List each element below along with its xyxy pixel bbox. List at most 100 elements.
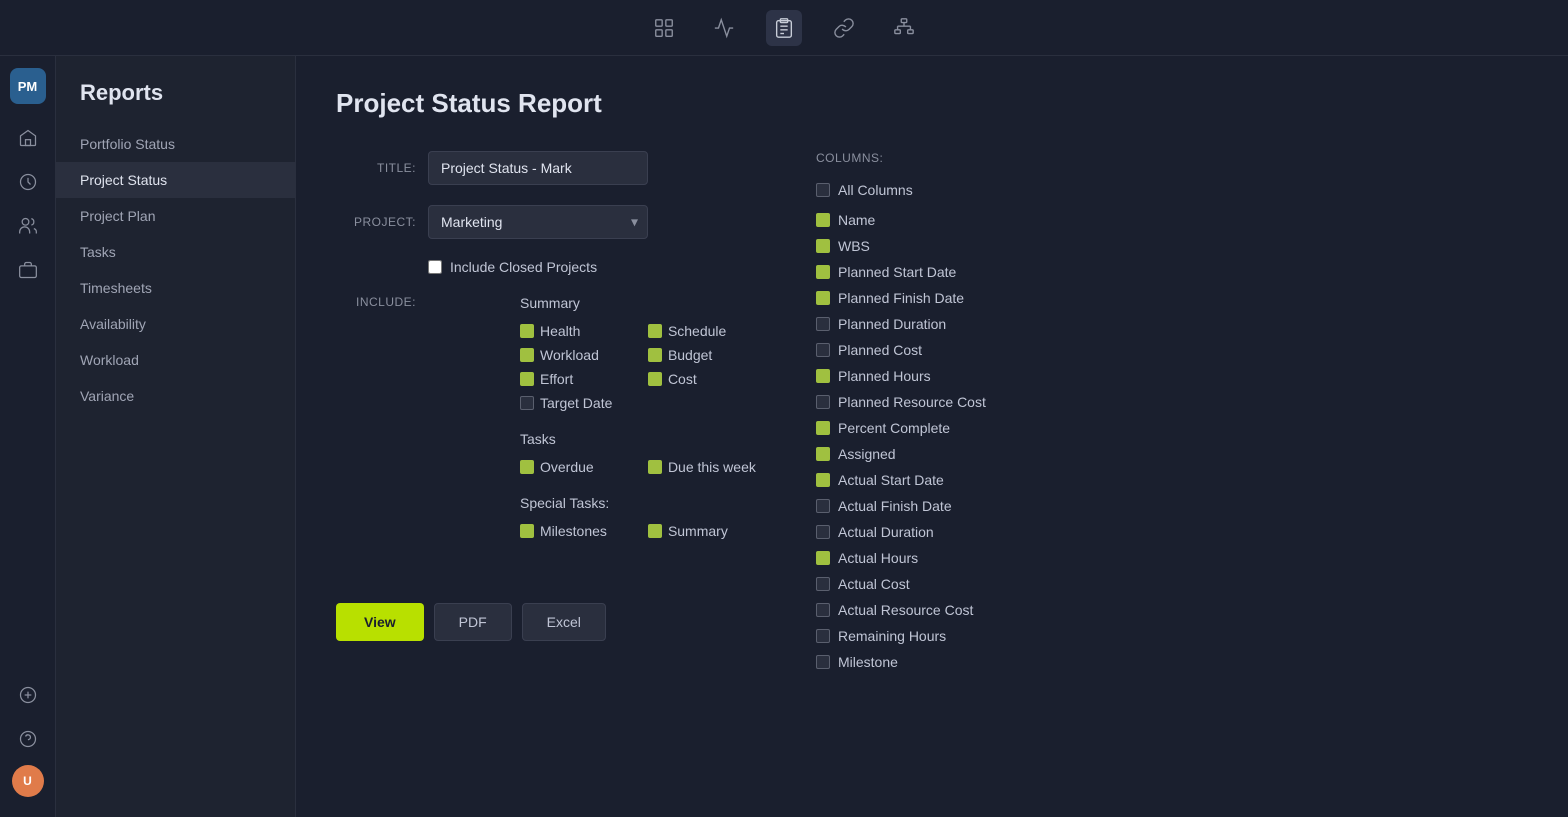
target-date-checkbox-icon[interactable] <box>520 396 534 410</box>
column-planned-hours: Planned Hours <box>816 363 1520 389</box>
columns-scroll[interactable]: All Columns Name WBS Plann <box>816 177 1528 677</box>
include-label: INCLUDE: <box>336 295 416 309</box>
pdf-button[interactable]: PDF <box>434 603 512 641</box>
search-icon[interactable] <box>646 10 682 46</box>
column-actual-duration: Actual Duration <box>816 519 1520 545</box>
nav-home-icon[interactable] <box>10 120 46 156</box>
sidebar-item-timesheets[interactable]: Timesheets <box>56 270 295 306</box>
actual-finish-date-checkbox[interactable] <box>816 499 830 513</box>
nav-add-icon[interactable] <box>10 677 46 713</box>
column-planned-cost: Planned Cost <box>816 337 1520 363</box>
schedule-checkbox-icon[interactable] <box>648 324 662 338</box>
sidebar-item-availability[interactable]: Availability <box>56 306 295 342</box>
include-closed-checkbox[interactable] <box>428 260 442 274</box>
name-checkbox[interactable] <box>816 213 830 227</box>
all-columns-checkbox[interactable] <box>816 183 830 197</box>
remaining-hours-checkbox[interactable] <box>816 629 830 643</box>
column-milestone: Milestone <box>816 649 1520 675</box>
include-due-this-week: Due this week <box>648 459 756 475</box>
summary-grid: Health Schedule Workload <box>520 323 756 411</box>
column-actual-start-date: Actual Start Date <box>816 467 1520 493</box>
health-label: Health <box>540 323 580 339</box>
app-logo[interactable]: PM <box>10 68 46 104</box>
nav-briefcase-icon[interactable] <box>10 252 46 288</box>
actual-resource-cost-checkbox[interactable] <box>816 603 830 617</box>
include-closed-row: Include Closed Projects <box>428 259 756 275</box>
include-target-date: Target Date <box>520 395 628 411</box>
planned-start-date-checkbox[interactable] <box>816 265 830 279</box>
special-tasks-section: Special Tasks: Milestones Summary <box>520 495 756 539</box>
wbs-checkbox[interactable] <box>816 239 830 253</box>
include-cost: Cost <box>648 371 756 387</box>
special-tasks-heading: Special Tasks: <box>520 495 756 511</box>
action-buttons: View PDF Excel <box>336 603 756 641</box>
sidebar-item-tasks[interactable]: Tasks <box>56 234 295 270</box>
planned-hours-checkbox[interactable] <box>816 369 830 383</box>
actual-cost-checkbox[interactable] <box>816 577 830 591</box>
project-select[interactable]: Marketing Development Design Sales <box>428 205 648 239</box>
sitemap-icon[interactable] <box>886 10 922 46</box>
include-summary-special: Summary <box>648 523 756 539</box>
sidebar-item-variance[interactable]: Variance <box>56 378 295 414</box>
planned-duration-checkbox[interactable] <box>816 317 830 331</box>
due-this-week-checkbox-icon[interactable] <box>648 460 662 474</box>
nav-help-icon[interactable] <box>10 721 46 757</box>
main-content: Project Status Report TITLE: PROJECT: Ma… <box>296 56 1568 817</box>
percent-complete-label: Percent Complete <box>838 420 950 436</box>
title-input[interactable] <box>428 151 648 185</box>
budget-checkbox-icon[interactable] <box>648 348 662 362</box>
milestone-checkbox[interactable] <box>816 655 830 669</box>
sidebar-item-project-plan[interactable]: Project Plan <box>56 198 295 234</box>
column-all-columns: All Columns <box>816 177 1520 203</box>
planned-cost-checkbox[interactable] <box>816 343 830 357</box>
planned-finish-date-checkbox[interactable] <box>816 291 830 305</box>
actual-hours-checkbox[interactable] <box>816 551 830 565</box>
assigned-checkbox[interactable] <box>816 447 830 461</box>
analytics-icon[interactable] <box>706 10 742 46</box>
tasks-heading: Tasks <box>520 431 756 447</box>
tasks-section: Tasks Overdue Due this week <box>520 431 756 475</box>
top-toolbar <box>0 0 1568 56</box>
cost-checkbox-icon[interactable] <box>648 372 662 386</box>
view-button[interactable]: View <box>336 603 424 641</box>
actual-start-date-checkbox[interactable] <box>816 473 830 487</box>
sidebar-item-portfolio-status[interactable]: Portfolio Status <box>56 126 295 162</box>
summary-special-checkbox-icon[interactable] <box>648 524 662 538</box>
workload-checkbox-icon[interactable] <box>520 348 534 362</box>
column-planned-resource-cost: Planned Resource Cost <box>816 389 1520 415</box>
wbs-label: WBS <box>838 238 870 254</box>
nav-people-icon[interactable] <box>10 208 46 244</box>
include-overdue: Overdue <box>520 459 628 475</box>
sidebar-item-workload[interactable]: Workload <box>56 342 295 378</box>
column-name: Name <box>816 207 1520 233</box>
tasks-grid: Overdue Due this week <box>520 459 756 475</box>
health-checkbox-icon[interactable] <box>520 324 534 338</box>
sidebar-item-project-status[interactable]: Project Status <box>56 162 295 198</box>
form-left: TITLE: PROJECT: Marketing Development De… <box>336 151 756 677</box>
clipboard-icon[interactable] <box>766 10 802 46</box>
overdue-label: Overdue <box>540 459 594 475</box>
planned-resource-cost-checkbox[interactable] <box>816 395 830 409</box>
link-icon[interactable] <box>826 10 862 46</box>
reports-heading: Reports <box>56 80 295 126</box>
actual-finish-date-label: Actual Finish Date <box>838 498 952 514</box>
include-effort: Effort <box>520 371 628 387</box>
user-avatar[interactable]: U <box>12 765 44 797</box>
milestones-label: Milestones <box>540 523 607 539</box>
milestones-checkbox-icon[interactable] <box>520 524 534 538</box>
overdue-checkbox-icon[interactable] <box>520 460 534 474</box>
include-closed-label: Include Closed Projects <box>450 259 597 275</box>
column-assigned: Assigned <box>816 441 1520 467</box>
remaining-hours-label: Remaining Hours <box>838 628 946 644</box>
include-schedule: Schedule <box>648 323 756 339</box>
excel-button[interactable]: Excel <box>522 603 606 641</box>
nav-history-icon[interactable] <box>10 164 46 200</box>
column-complete: Complete <box>816 675 1520 677</box>
include-section: Summary Health Schedule <box>520 295 756 563</box>
project-select-wrapper: Marketing Development Design Sales ▾ <box>428 205 648 239</box>
actual-duration-checkbox[interactable] <box>816 525 830 539</box>
effort-checkbox-icon[interactable] <box>520 372 534 386</box>
percent-complete-checkbox[interactable] <box>816 421 830 435</box>
include-health: Health <box>520 323 628 339</box>
column-remaining-hours: Remaining Hours <box>816 623 1520 649</box>
